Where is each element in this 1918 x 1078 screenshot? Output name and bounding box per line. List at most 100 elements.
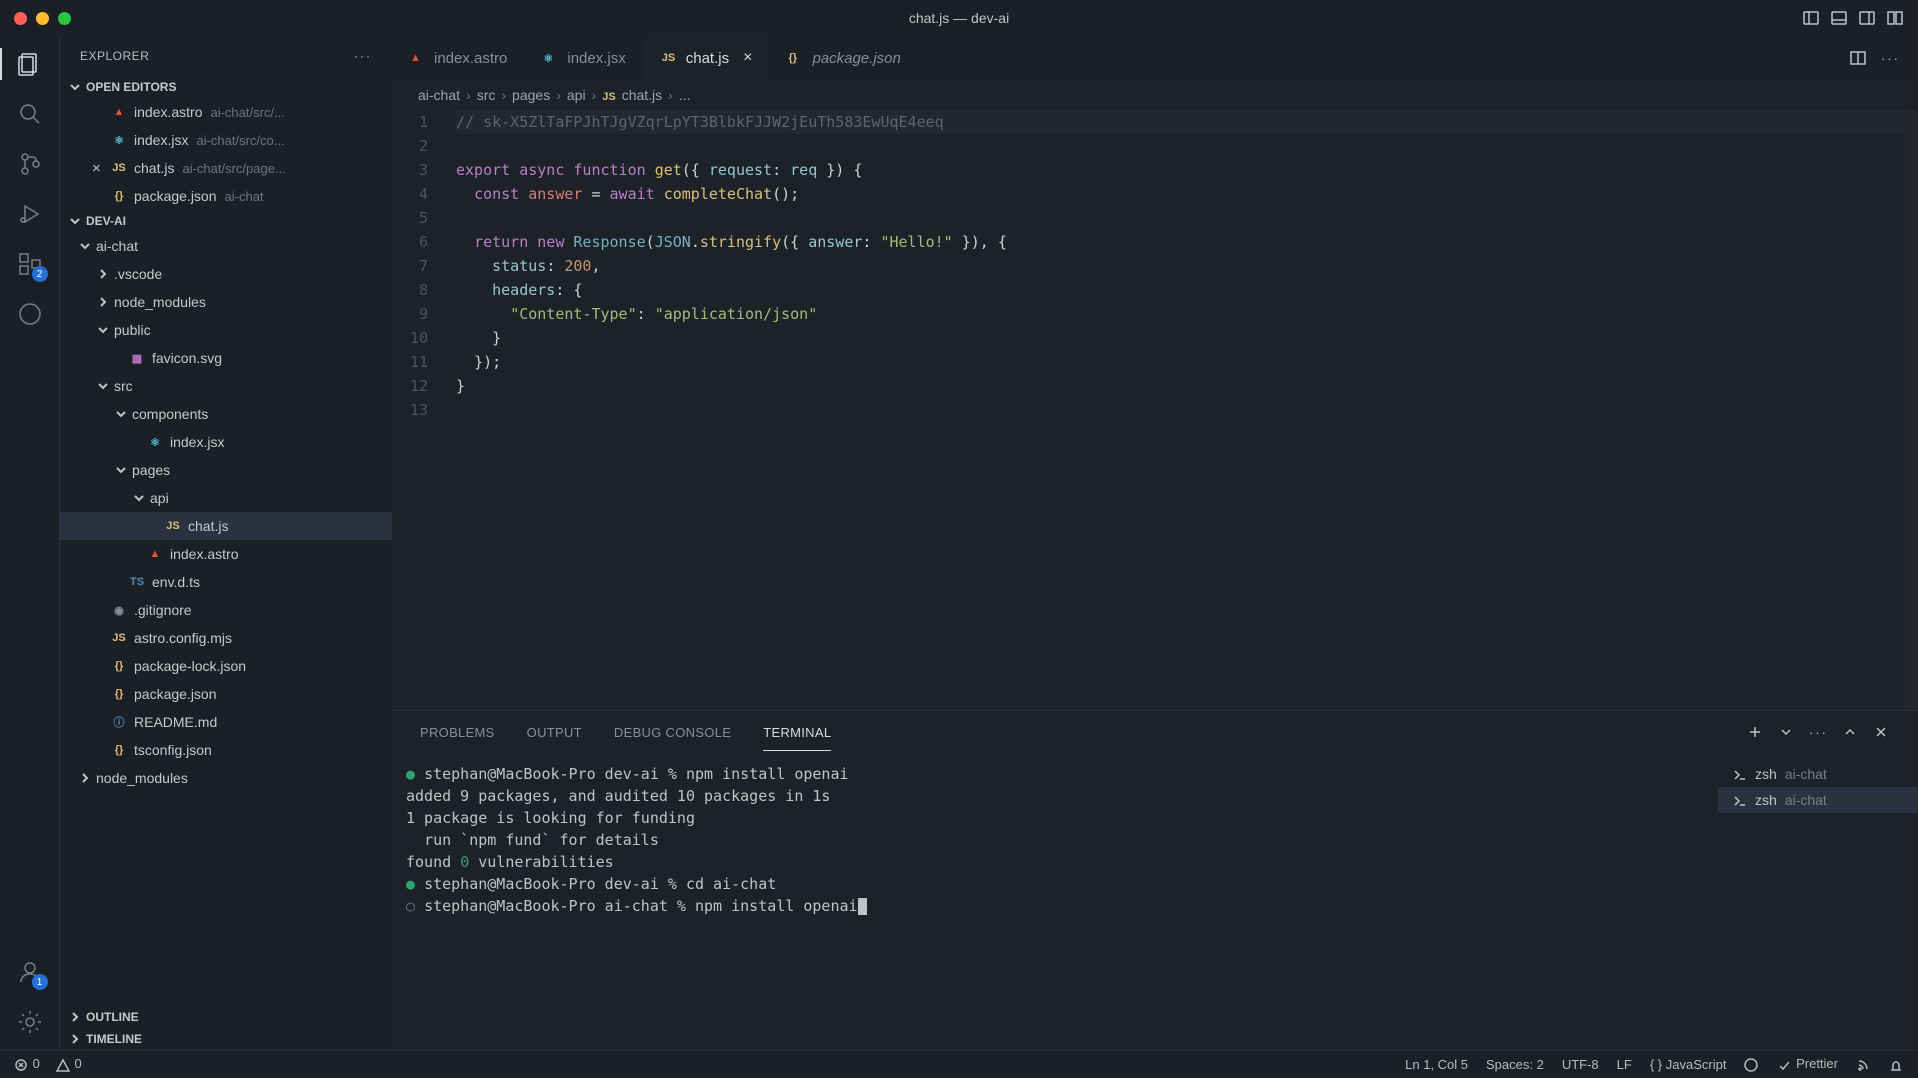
terminal-session[interactable]: zshai-chat <box>1732 761 1904 787</box>
tree-folder[interactable]: pages <box>60 456 392 484</box>
explorer-more-icon[interactable]: ··· <box>354 49 372 63</box>
edge-icon[interactable] <box>16 300 44 328</box>
panel-tab-problems[interactable]: PROBLEMS <box>420 725 495 740</box>
chevron-right-icon <box>68 1010 82 1024</box>
tree-item-name: pages <box>132 462 170 478</box>
tree-folder[interactable]: api <box>60 484 392 512</box>
tab-more-icon[interactable]: ··· <box>1881 51 1900 66</box>
tree-file[interactable]: {}package-lock.json <box>60 652 392 680</box>
breadcrumb-item[interactable]: src <box>477 87 496 103</box>
split-editor-icon[interactable] <box>1849 49 1867 67</box>
new-terminal-icon[interactable] <box>1747 724 1764 741</box>
tree-file[interactable]: {}package.json <box>60 680 392 708</box>
breadcrumb-item[interactable]: pages <box>512 87 550 103</box>
tree-file[interactable]: {}tsconfig.json <box>60 736 392 764</box>
panel-tab-terminal[interactable]: TERMINAL <box>763 725 831 751</box>
terminal-dropdown-icon[interactable] <box>1778 724 1795 741</box>
tree-file[interactable]: ▲index.astro <box>60 540 392 568</box>
source-control-icon[interactable] <box>16 150 44 178</box>
tree-file[interactable]: ⓘREADME.md <box>60 708 392 736</box>
panel-right-icon[interactable] <box>1858 9 1876 27</box>
timeline-section[interactable]: TIMELINE <box>60 1028 392 1050</box>
layout-icon[interactable] <box>1886 9 1904 27</box>
activity-bar: 2 1 <box>0 36 60 1050</box>
status-feedback-icon[interactable] <box>1744 1056 1759 1072</box>
minimize-window-icon[interactable] <box>36 12 49 25</box>
json-icon: {} <box>110 744 128 756</box>
explorer-icon[interactable] <box>16 50 44 78</box>
close-tab-icon[interactable]: × <box>743 49 752 67</box>
close-window-icon[interactable] <box>14 12 27 25</box>
status-encoding[interactable]: UTF-8 <box>1562 1057 1599 1072</box>
panel-more-icon[interactable]: ··· <box>1809 725 1828 740</box>
terminal[interactable]: ● stephan@MacBook-Pro dev-ai % npm insta… <box>392 753 1718 1050</box>
open-editor-item[interactable]: ▲ index.astro ai-chat/src/... <box>60 98 392 126</box>
close-panel-icon[interactable] <box>1873 724 1890 741</box>
code-editor[interactable]: 12345678910111213 // sk-X5ZlTaFPJhTJgVZq… <box>392 110 1918 710</box>
tree-file[interactable]: ▦favicon.svg <box>60 344 392 372</box>
outline-section[interactable]: OUTLINE <box>60 1006 392 1028</box>
status-bell-icon[interactable] <box>1889 1056 1904 1072</box>
run-debug-icon[interactable] <box>16 200 44 228</box>
tree-file[interactable]: JSastro.config.mjs <box>60 624 392 652</box>
tree-item-name: package-lock.json <box>134 658 246 674</box>
maximize-panel-icon[interactable] <box>1842 724 1859 741</box>
editor-tab[interactable]: ⚛ index.jsx <box>525 36 643 80</box>
editor-tab[interactable]: JS chat.js × <box>644 36 771 80</box>
json-icon: {} <box>788 52 804 64</box>
tree-folder[interactable]: public <box>60 316 392 344</box>
status-errors[interactable]: 0 <box>14 1056 40 1072</box>
open-editor-name: package.json <box>134 188 217 204</box>
tree-item-name: README.md <box>134 714 217 730</box>
status-spaces[interactable]: Spaces: 2 <box>1486 1057 1544 1072</box>
ts-icon: TS <box>128 576 146 588</box>
minimap[interactable] <box>1904 110 1918 710</box>
tree-folder[interactable]: node_modules <box>60 764 392 792</box>
tree-folder[interactable]: .vscode <box>60 260 392 288</box>
chevron-right-icon <box>68 1032 82 1046</box>
panel-tab-output[interactable]: OUTPUT <box>527 725 582 740</box>
panel-bottom-icon[interactable] <box>1830 9 1848 27</box>
chevron-right-icon <box>96 295 110 309</box>
project-section[interactable]: DEV-AI <box>60 210 392 232</box>
tree-item-name: node_modules <box>96 770 188 786</box>
breadcrumb-item[interactable]: api <box>567 87 586 103</box>
titlebar: chat.js — dev-ai <box>0 0 1918 36</box>
tree-folder[interactable]: node_modules <box>60 288 392 316</box>
open-editor-item[interactable]: {} package.json ai-chat <box>60 182 392 210</box>
status-radio-icon[interactable] <box>1856 1056 1871 1072</box>
tree-file[interactable]: ◉.gitignore <box>60 596 392 624</box>
status-cursor[interactable]: Ln 1, Col 5 <box>1405 1057 1468 1072</box>
panel-left-icon[interactable] <box>1802 9 1820 27</box>
extensions-icon[interactable]: 2 <box>16 250 44 278</box>
breadcrumb-item[interactable]: chat.js <box>622 87 662 103</box>
status-eol[interactable]: LF <box>1617 1057 1632 1072</box>
status-lang[interactable]: { } JavaScript <box>1650 1057 1727 1072</box>
tree-item-name: favicon.svg <box>152 350 222 366</box>
breadcrumb-item[interactable]: ... <box>679 87 691 103</box>
editor-tab[interactable]: {} package.json <box>770 36 918 80</box>
breadcrumb[interactable]: ai-chat›src›pages›api›JSchat.js›... <box>392 80 1918 110</box>
chevron-down-icon <box>132 491 146 505</box>
settings-gear-icon[interactable] <box>16 1008 44 1036</box>
search-icon[interactable] <box>16 100 44 128</box>
tree-file[interactable]: ⚛index.jsx <box>60 428 392 456</box>
tree-file[interactable]: JSchat.js <box>60 512 392 540</box>
panel-tab-debug-console[interactable]: DEBUG CONSOLE <box>614 725 731 740</box>
breadcrumb-item[interactable]: ai-chat <box>418 87 460 103</box>
tree-folder[interactable]: ai-chat <box>60 232 392 260</box>
astro-icon: ▲ <box>410 52 426 64</box>
open-editors-section[interactable]: OPEN EDITORS <box>60 76 392 98</box>
terminal-session[interactable]: zshai-chat <box>1718 787 1918 813</box>
tree-file[interactable]: TSenv.d.ts <box>60 568 392 596</box>
open-editor-item[interactable]: × JS chat.js ai-chat/src/page... <box>60 154 392 182</box>
editor-tab[interactable]: ▲ index.astro <box>392 36 525 80</box>
status-prettier[interactable]: Prettier <box>1777 1056 1838 1072</box>
tree-folder[interactable]: src <box>60 372 392 400</box>
tree-folder[interactable]: components <box>60 400 392 428</box>
account-icon[interactable]: 1 <box>16 958 44 986</box>
open-editor-item[interactable]: ⚛ index.jsx ai-chat/src/co... <box>60 126 392 154</box>
maximize-window-icon[interactable] <box>58 12 71 25</box>
status-warnings[interactable]: 0 <box>56 1056 82 1072</box>
panel-tabs: PROBLEMS OUTPUT DEBUG CONSOLE TERMINAL ··· <box>392 711 1918 753</box>
